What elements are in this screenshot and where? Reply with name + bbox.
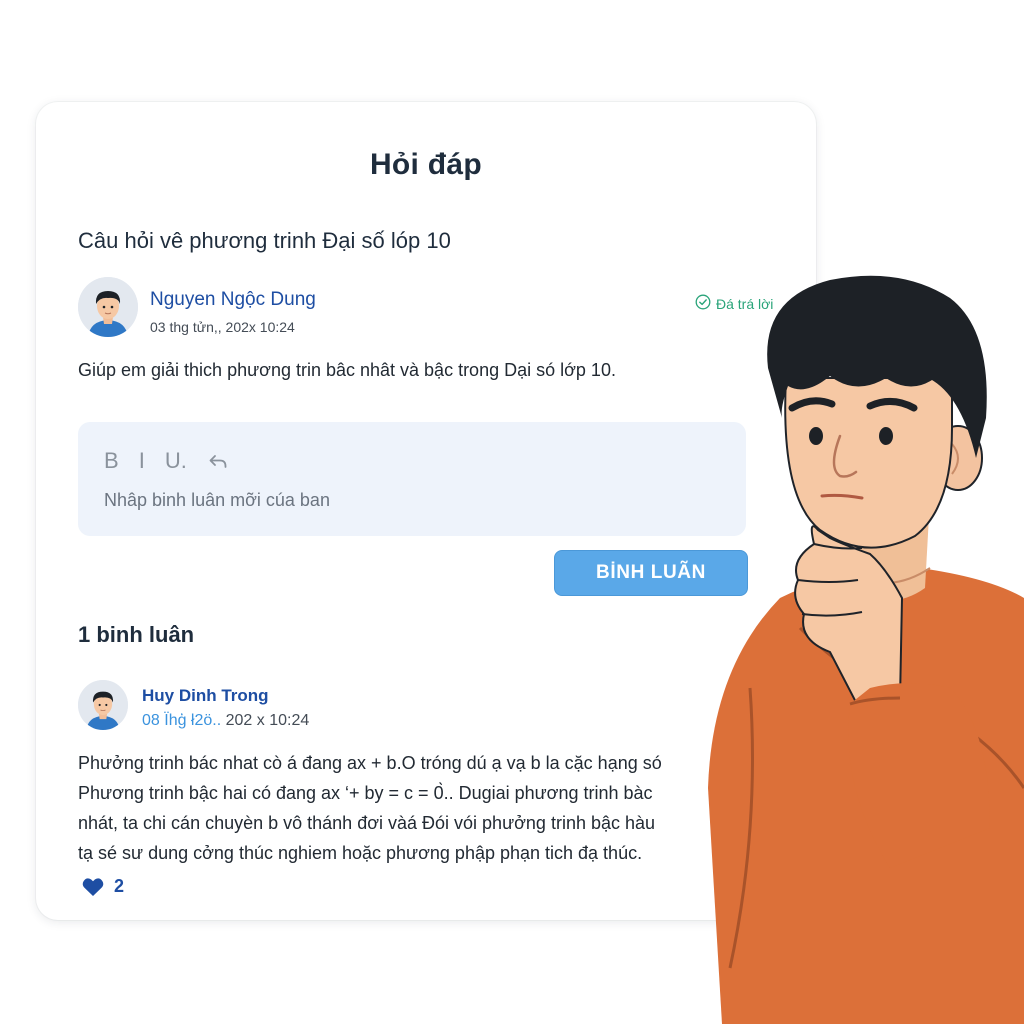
- heart-icon: [82, 877, 104, 897]
- author-name[interactable]: Nguyen Ngộc Dung: [150, 289, 316, 311]
- user-avatar-icon[interactable]: [78, 680, 128, 730]
- thinking-person-illustration: [690, 268, 1024, 1024]
- comment-input[interactable]: [104, 490, 704, 511]
- comment-date: 08 Ïhģ ł2ö.. 202 x 10:24: [142, 712, 309, 730]
- comment-line: Phưởng trinh bác nhat cò á đang ax + b.O…: [78, 753, 662, 773]
- page-title: Hỏi đáp: [369, 148, 483, 181]
- comment-date-rest: 202 x 10:24: [221, 712, 310, 729]
- like-count: 2: [114, 876, 125, 896]
- bold-button[interactable]: B: [104, 448, 119, 474]
- comment-editor[interactable]: B I U.: [78, 422, 746, 536]
- stage: Hỏi đáp Câu hỏi vê phương trinh Đại số l…: [0, 0, 1024, 1024]
- underline-button[interactable]: U.: [165, 448, 187, 474]
- question-body: Giúp em giải thich phương trin bâc nhât …: [78, 360, 616, 380]
- like-button[interactable]: 2: [82, 876, 124, 897]
- comment-author-name[interactable]: Huy Dinh Trong: [142, 686, 269, 706]
- post-date: 03 thg tửn,, 202x 10:24: [150, 319, 295, 335]
- question-title: Câu hỏi vê phương trinh Đại số lóp 10: [78, 228, 451, 253]
- comment-body: Phưởng trinh bác nhat cò á đang ax + b.O…: [78, 748, 718, 868]
- undo-icon[interactable]: [207, 450, 229, 472]
- comment-line: tạ sé sư dung cởng thúc nghiem hoặc phươ…: [78, 843, 643, 863]
- comments-count: 1 binh luân: [78, 622, 195, 647]
- italic-button[interactable]: I: [139, 448, 145, 474]
- comment-line: Phương trinh bậc hai có đang ax ‘+ by = …: [78, 783, 653, 803]
- comment-date-link[interactable]: 08 Ïhģ ł2ö..: [142, 712, 221, 729]
- editor-toolbar: B I U.: [104, 448, 229, 474]
- user-avatar-icon[interactable]: [78, 277, 138, 337]
- comment-line: nhát, ta chi cán chuyèn b vô thánh đơi v…: [78, 813, 656, 833]
